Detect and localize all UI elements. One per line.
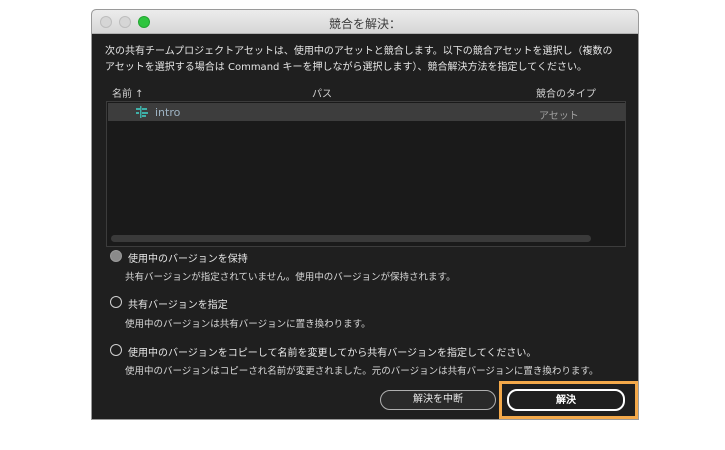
conflict-table: intro アセット <box>106 101 626 247</box>
option-copy-and-rename-description: 使用中のバージョンはコピーされ名前が変更されました。元のバージョンは共有バージョ… <box>125 366 599 377</box>
radio-copy-and-rename[interactable] <box>110 344 122 356</box>
instructions-text: 次の共有チームプロジェクトアセットは、使用中のアセットと競合します。以下の競合ア… <box>105 44 630 76</box>
column-header-name[interactable]: 名前 ↑ <box>112 85 144 100</box>
instructions-line-1: 次の共有チームプロジェクトアセットは、使用中のアセットと競合します。以下の競合ア… <box>105 46 613 57</box>
option-keep-in-use-description: 共有バージョンが指定されていません。使用中のバージョンが保持されます。 <box>125 272 456 283</box>
row-conflict-type: アセット <box>539 111 579 122</box>
instructions-line-2: アセットを選択する場合は Command キーを押しながら選択します）、競合解決… <box>105 62 587 73</box>
table-header: 名前 ↑ パス 競合のタイプ <box>106 83 626 101</box>
column-header-conflict-type[interactable]: 競合のタイプ <box>536 85 596 100</box>
cancel-resolve-button[interactable]: 解決を中断 <box>380 390 496 410</box>
title-bar: 競合を解決： <box>92 10 638 34</box>
radio-choose-shared[interactable] <box>110 296 122 308</box>
radio-keep-in-use[interactable] <box>110 250 122 262</box>
resolve-button-highlight <box>499 381 638 419</box>
row-name: intro <box>155 106 181 119</box>
option-choose-shared-description: 使用中のバージョンは共有バージョンに置き換わります。 <box>125 319 371 330</box>
option-keep-in-use-label: 使用中のバージョンを保持 <box>128 254 248 265</box>
window-title: 競合を解決： <box>328 17 401 31</box>
table-row[interactable]: intro アセット <box>108 103 625 122</box>
sequence-icon <box>136 106 148 118</box>
column-header-path[interactable]: パス <box>312 85 332 100</box>
resolve-conflicts-dialog: 競合を解決： 次の共有チームプロジェクトアセットは、使用中のアセットと競合します… <box>91 9 639 420</box>
horizontal-scrollbar[interactable] <box>111 235 591 242</box>
option-choose-shared-label: 共有バージョンを指定 <box>128 300 228 311</box>
option-copy-and-rename-label: 使用中のバージョンをコピーして名前を変更してから共有バージョンを指定してください… <box>128 348 537 359</box>
